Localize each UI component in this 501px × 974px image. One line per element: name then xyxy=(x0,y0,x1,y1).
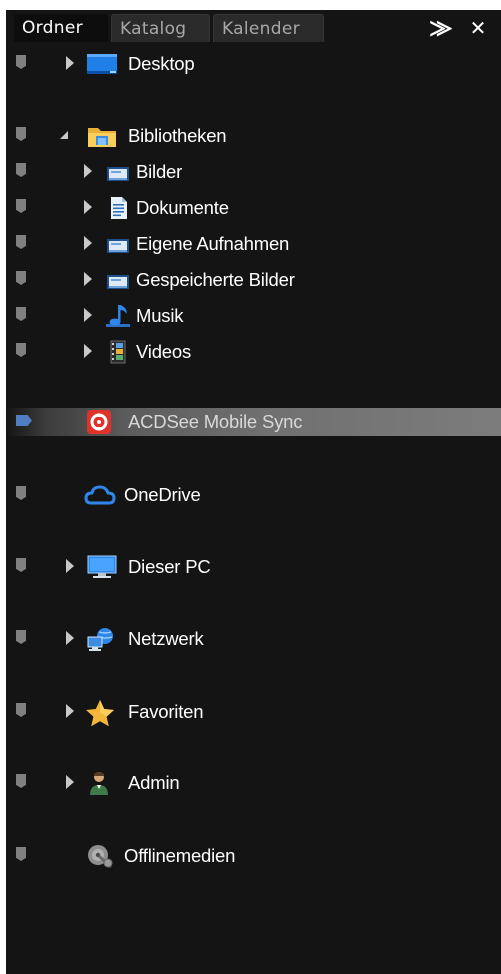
expand-arrow[interactable] xyxy=(66,775,76,789)
expand-arrow[interactable] xyxy=(66,704,76,718)
item-marker xyxy=(16,847,26,861)
tree-item-acdsee-mobile-sync[interactable]: ACDSee Mobile Sync xyxy=(6,408,501,436)
expand-arrow[interactable] xyxy=(84,308,94,322)
selection-marker xyxy=(16,415,32,426)
tree-item-label: Desktop xyxy=(128,53,195,74)
tree-item-label: Favoriten xyxy=(128,701,204,722)
tree-item-dieser-pc[interactable]: Dieser PC xyxy=(6,553,501,581)
user-icon xyxy=(86,770,114,796)
item-marker xyxy=(16,127,26,141)
folder-panel: Ordner Katalog Kalender ⨠ ✕ Desktop Bibl… xyxy=(0,0,501,974)
offline-media-icon xyxy=(86,843,114,869)
tree-item-label: Bibliotheken xyxy=(128,125,227,146)
tree-item-label: OneDrive xyxy=(124,484,201,505)
tree-item-videos[interactable]: Videos xyxy=(6,338,501,366)
star-icon xyxy=(84,699,114,727)
computer-icon xyxy=(86,554,117,580)
tab-bar: Ordner Katalog Kalender ⨠ ✕ xyxy=(6,10,501,42)
tree-item-label: Eigene Aufnahmen xyxy=(136,233,290,254)
tree-item-eigene-aufnahmen[interactable]: Eigene Aufnahmen xyxy=(6,230,501,258)
onedrive-cloud-icon xyxy=(84,482,116,508)
expand-arrow[interactable] xyxy=(84,164,94,178)
tree-item-label: ACDSee Mobile Sync xyxy=(128,411,303,432)
tree-item-admin[interactable]: Admin xyxy=(6,769,501,797)
item-marker xyxy=(16,55,26,69)
expand-arrow[interactable] xyxy=(84,344,94,358)
collapse-arrow[interactable] xyxy=(60,128,70,142)
expand-arrow[interactable] xyxy=(84,200,94,214)
tree-item-label: Dieser PC xyxy=(128,556,211,577)
tree-item-desktop[interactable]: Desktop xyxy=(6,50,501,78)
expand-arrow[interactable] xyxy=(66,631,76,645)
tree-item-musik[interactable]: Musik xyxy=(6,302,501,330)
tab-kalender[interactable]: Kalender xyxy=(213,14,324,42)
pictures-library-icon xyxy=(104,267,132,293)
expand-arrow[interactable] xyxy=(66,559,76,573)
tree-item-label: Offlinemedien xyxy=(124,845,236,866)
tree-item-dokumente[interactable]: Dokumente xyxy=(6,194,501,222)
desktop-icon xyxy=(86,51,117,77)
tree-item-offlinemedien[interactable]: Offlinemedien xyxy=(6,842,501,870)
item-marker xyxy=(16,199,26,213)
tree-item-bilder[interactable]: Bilder xyxy=(6,158,501,186)
tree-item-label: Dokumente xyxy=(136,197,229,218)
tree-item-onedrive[interactable]: OneDrive xyxy=(6,481,501,509)
expand-arrow[interactable] xyxy=(84,236,94,250)
expand-arrow[interactable] xyxy=(66,56,76,70)
tree-item-netzwerk[interactable]: Netzwerk xyxy=(6,625,501,653)
tree-item-label: Bilder xyxy=(136,161,183,182)
pin-icon[interactable]: ⨠ xyxy=(429,16,453,40)
expand-arrow[interactable] xyxy=(84,272,94,286)
item-marker xyxy=(16,271,26,285)
item-marker xyxy=(16,703,26,717)
documents-library-icon xyxy=(104,195,132,221)
pictures-library-icon xyxy=(104,231,132,257)
item-marker xyxy=(16,774,26,788)
tree-item-label: Gespeicherte Bilder xyxy=(136,269,295,290)
music-library-icon xyxy=(104,303,132,329)
item-marker xyxy=(16,307,26,321)
close-icon[interactable]: ✕ xyxy=(466,16,490,40)
tree-item-label: Videos xyxy=(136,341,192,362)
tab-ordner[interactable]: Ordner xyxy=(14,14,108,42)
tree-item-label: Musik xyxy=(136,305,184,326)
acdsee-sync-icon xyxy=(86,409,114,435)
tree-item-bibliotheken[interactable]: Bibliotheken xyxy=(6,122,501,150)
network-icon xyxy=(86,626,114,652)
tree-item-gespeicherte-bilder[interactable]: Gespeicherte Bilder xyxy=(6,266,501,294)
item-marker xyxy=(16,486,26,500)
item-marker xyxy=(16,630,26,644)
item-marker xyxy=(16,343,26,357)
tree-item-favoriten[interactable]: Favoriten xyxy=(6,698,501,727)
pictures-library-icon xyxy=(104,159,132,185)
item-marker xyxy=(16,163,26,177)
videos-library-icon xyxy=(104,339,132,365)
folder-tree-pane: Ordner Katalog Kalender ⨠ ✕ Desktop Bibl… xyxy=(6,10,501,974)
tab-katalog[interactable]: Katalog xyxy=(111,14,210,42)
tree-item-label: Netzwerk xyxy=(128,628,204,649)
library-folder-icon xyxy=(86,123,116,149)
item-marker xyxy=(16,235,26,249)
tree-item-label: Admin xyxy=(128,772,180,793)
item-marker xyxy=(16,558,26,572)
